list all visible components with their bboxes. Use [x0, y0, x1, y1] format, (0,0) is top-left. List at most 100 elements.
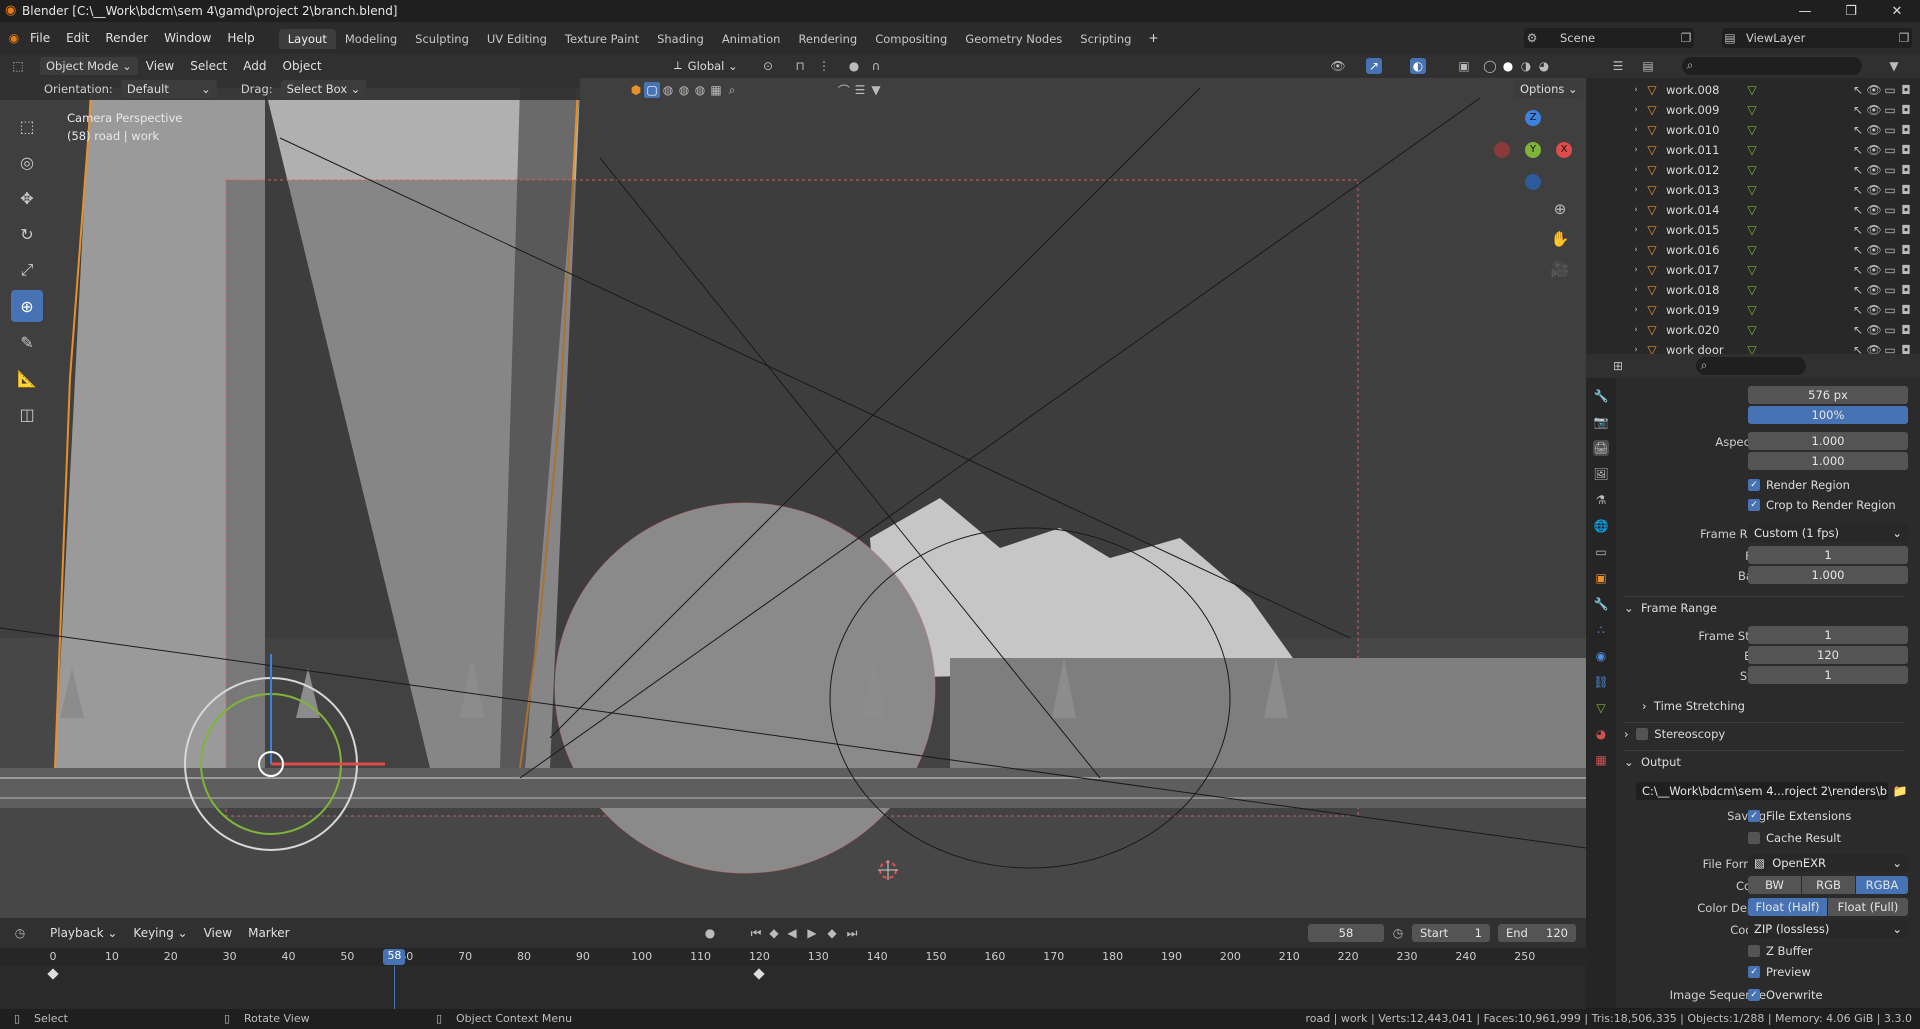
- expand-arrow-icon[interactable]: ›: [1628, 302, 1644, 318]
- zoom-icon[interactable]: ⊕: [1552, 194, 1568, 224]
- render-camera-icon[interactable]: ◘: [1898, 302, 1914, 318]
- expand-arrow-icon[interactable]: ›: [1628, 202, 1644, 218]
- object-tab-icon[interactable]: ▣: [1593, 570, 1609, 586]
- selectable-icon[interactable]: ↖: [1850, 282, 1866, 298]
- properties-search-field[interactable]: ⌕: [1696, 357, 1806, 375]
- tab-compositing[interactable]: Compositing: [866, 29, 956, 49]
- output-panel-header[interactable]: ⌄ Output: [1624, 750, 1904, 772]
- file-extensions-checkbox[interactable]: ✓ File Extensions: [1748, 809, 1851, 823]
- render-camera-icon[interactable]: ◘: [1898, 82, 1914, 98]
- zbuffer-checkbox[interactable]: Z Buffer: [1748, 944, 1812, 958]
- crop-region-checkbox[interactable]: ✓ Crop to Render Region: [1748, 498, 1896, 512]
- base-field[interactable]: 1.000: [1748, 566, 1908, 584]
- current-frame-indicator[interactable]: 58: [383, 949, 406, 965]
- navigation-gizmo[interactable]: Z Y X: [1494, 110, 1574, 190]
- depth-full-button[interactable]: Float (Full): [1828, 898, 1908, 916]
- preview-checkbox[interactable]: ✓ Preview: [1748, 965, 1811, 979]
- viewport-search-icon[interactable]: ⌕: [724, 82, 740, 98]
- measure-tool-icon[interactable]: 📐: [11, 362, 43, 394]
- expand-arrow-icon[interactable]: ›: [1628, 242, 1644, 258]
- start-frame-field[interactable]: Start 1: [1412, 924, 1490, 942]
- timeline-editor-icon[interactable]: ◷: [12, 925, 28, 941]
- gizmo-neg-x-icon[interactable]: [1494, 142, 1510, 158]
- viewport-disable-icon[interactable]: ▭: [1882, 322, 1898, 338]
- selectable-icon[interactable]: ↖: [1850, 202, 1866, 218]
- aspect-x-field[interactable]: 1.000: [1748, 432, 1908, 450]
- tab-sculpting[interactable]: Sculpting: [406, 29, 478, 49]
- minimize-button[interactable]: —: [1782, 0, 1828, 22]
- viewport-disable-icon[interactable]: ▭: [1882, 102, 1898, 118]
- viewport-disable-icon[interactable]: ▭: [1882, 182, 1898, 198]
- record-icon[interactable]: ●: [702, 925, 718, 941]
- tab-layout[interactable]: Layout: [278, 29, 336, 49]
- pivot-icon[interactable]: ⊙: [760, 58, 776, 74]
- tool-tab-icon[interactable]: 🔧: [1593, 388, 1609, 404]
- modifier-tab-icon[interactable]: 🔧: [1593, 596, 1609, 612]
- particles-tab-icon[interactable]: ∴: [1593, 622, 1609, 638]
- render-camera-icon[interactable]: ◘: [1898, 202, 1914, 218]
- camera-view-icon[interactable]: 🎥: [1551, 254, 1570, 284]
- object-types-icon[interactable]: ⬢: [628, 82, 644, 98]
- timeline-menu-playback[interactable]: Playback ⌄: [42, 926, 125, 940]
- world-tab-icon[interactable]: 🌐: [1593, 518, 1609, 534]
- timeline-menu-keying[interactable]: Keying ⌄: [125, 926, 195, 940]
- view-layer-tab-icon[interactable]: 🖼: [1593, 466, 1609, 482]
- outliner-row[interactable]: › ▽ work.020 ▽ ↖ 👁 ▭ ◘: [1586, 320, 1920, 340]
- scene-selector[interactable]: ⚙ Scene ❐: [1524, 28, 1694, 48]
- cursor-tool-icon[interactable]: ◎: [11, 146, 43, 178]
- keyframe-diamond-icon[interactable]: [47, 968, 59, 980]
- frame-end-field[interactable]: 120: [1748, 646, 1908, 664]
- rotate-tool-icon[interactable]: ↻: [11, 218, 43, 250]
- viewport-disable-icon[interactable]: ▭: [1882, 302, 1898, 318]
- add-cube-tool-icon[interactable]: ◫: [11, 398, 43, 430]
- frame-rate-dropdown[interactable]: Custom (1 fps) ⌄: [1748, 524, 1908, 542]
- eye-icon[interactable]: 👁: [1866, 182, 1882, 198]
- selectable-icon[interactable]: ↖: [1850, 222, 1866, 238]
- 3d-viewport[interactable]: [0, 78, 1586, 918]
- expand-arrow-icon[interactable]: ›: [1628, 222, 1644, 238]
- output-path-field[interactable]: C:\__Work\bdcm\sem 4...roject 2\renders\…: [1636, 782, 1888, 800]
- selectable-icon[interactable]: ↖: [1850, 142, 1866, 158]
- eye-icon[interactable]: 👁: [1866, 102, 1882, 118]
- constraints-tab-icon[interactable]: ⛓: [1593, 674, 1609, 690]
- expand-arrow-icon[interactable]: ›: [1628, 282, 1644, 298]
- render-camera-icon[interactable]: ◘: [1898, 182, 1914, 198]
- selectable-icon[interactable]: ↖: [1850, 122, 1866, 138]
- filter-icon[interactable]: ▼: [868, 82, 884, 98]
- collection-tab-icon[interactable]: ▭: [1593, 544, 1609, 560]
- end-frame-field[interactable]: End 120: [1498, 924, 1576, 942]
- selectable-icon[interactable]: ↖: [1850, 102, 1866, 118]
- timeline-menu-marker[interactable]: Marker: [240, 926, 297, 940]
- expand-arrow-icon[interactable]: ›: [1628, 82, 1644, 98]
- new-view-layer-icon[interactable]: ❐: [1896, 30, 1912, 46]
- falloff-icon[interactable]: ∩: [868, 58, 884, 74]
- folder-icon[interactable]: 📁: [1892, 783, 1908, 799]
- timeline-menu-view[interactable]: View: [196, 926, 240, 940]
- physics-tab-icon[interactable]: ◉: [1593, 648, 1609, 664]
- list-icon[interactable]: ☰: [852, 82, 868, 98]
- eye-icon[interactable]: 👁: [1866, 222, 1882, 238]
- texture-tab-icon[interactable]: ▦: [1593, 752, 1609, 768]
- render-camera-icon[interactable]: ◘: [1898, 262, 1914, 278]
- menu-edit[interactable]: Edit: [58, 31, 97, 45]
- depth-half-button[interactable]: Float (Half): [1748, 898, 1827, 916]
- menu-window[interactable]: Window: [156, 31, 219, 45]
- eye-icon[interactable]: 👁: [1866, 122, 1882, 138]
- render-region-checkbox[interactable]: ✓ Render Region: [1748, 478, 1850, 492]
- snap-target-icon[interactable]: ⋮: [816, 58, 832, 74]
- viewport-disable-icon[interactable]: ▭: [1882, 82, 1898, 98]
- viewport-menu-view[interactable]: View: [138, 59, 182, 73]
- res-y-field[interactable]: 576 px: [1748, 386, 1908, 404]
- transform-tool-icon[interactable]: ⊕: [11, 290, 43, 322]
- select-mode-icon[interactable]: ▢: [644, 82, 660, 98]
- viewport-disable-icon[interactable]: ▭: [1882, 202, 1898, 218]
- resolution-percent-field[interactable]: 100%: [1748, 406, 1908, 424]
- prev-keyframe-icon[interactable]: ◆: [766, 925, 782, 941]
- outliner-filter-icon[interactable]: ▼: [1886, 58, 1902, 74]
- shading-ball2-icon[interactable]: ◍: [676, 82, 692, 98]
- outliner-row[interactable]: › ▽ work.015 ▽ ↖ 👁 ▭ ◘: [1586, 220, 1920, 240]
- annotate-tool-icon[interactable]: ✎: [11, 326, 43, 358]
- eye-icon[interactable]: 👁: [1866, 82, 1882, 98]
- drag-dropdown[interactable]: Select Box ⌄: [280, 80, 367, 98]
- color-bw-button[interactable]: BW: [1748, 876, 1801, 894]
